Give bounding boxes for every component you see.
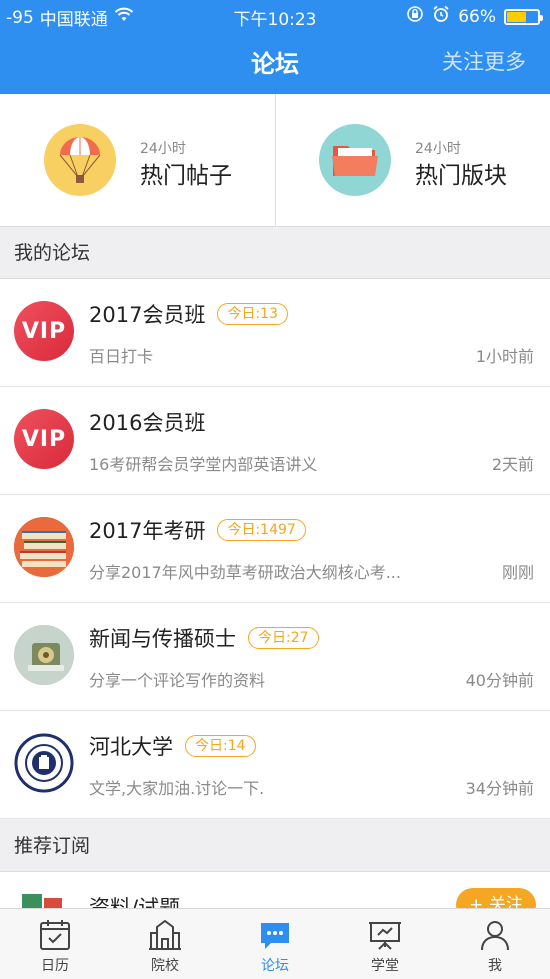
today-count-badge: 今日:27: [248, 627, 319, 649]
hot-posts-title: 热门帖子: [140, 163, 232, 189]
calendar-icon: [40, 920, 70, 950]
recommend-item[interactable]: 资料/试题 + 关注: [0, 872, 550, 912]
today-count-badge: 今日:14: [185, 735, 256, 757]
tab-label: 论坛: [261, 958, 289, 974]
forum-latest-post: 16考研帮会员学堂内部英语讲义: [89, 455, 318, 474]
forum-latest-post: 分享一个评论写作的资料: [89, 671, 266, 690]
follow-more-link[interactable]: 关注更多: [442, 46, 526, 76]
tab-classroom[interactable]: 学堂: [330, 909, 440, 979]
hot-boards-title: 热门版块: [415, 163, 507, 189]
school-icon: [149, 919, 181, 950]
list-item[interactable]: VIP 2017会员班 今日:13 百日打卡 1小时前: [0, 279, 550, 387]
radio-photo-icon: [14, 625, 74, 685]
my-forum-header: 我的论坛: [0, 227, 550, 279]
today-count-badge: 今日:13: [217, 303, 288, 325]
forum-latest-post: 分享2017年风中劲草考研政治大纲核心考...: [89, 563, 401, 582]
forum-time: 1小时前: [475, 347, 534, 366]
board-icon: [369, 922, 401, 950]
list-item[interactable]: 2017年考研 今日:1497 分享2017年风中劲草考研政治大纲核心考... …: [0, 495, 550, 603]
person-icon: [481, 921, 509, 951]
list-item[interactable]: 新闻与传播硕士 今日:27 分享一个评论写作的资料 40分钟前: [0, 603, 550, 711]
forum-latest-post: 百日打卡: [89, 347, 154, 366]
list-item[interactable]: VIP 2016会员班 16考研帮会员学堂内部英语讲义 2天前: [0, 387, 550, 495]
tab-schools[interactable]: 院校: [110, 909, 220, 979]
forum-time: 2天前: [491, 455, 534, 474]
forum-title: 2017年考研: [89, 519, 206, 543]
chat-icon: [261, 923, 289, 949]
status-bar: -95 中国联通 下午10:23 66%: [0, 0, 550, 30]
forum-time: 34分钟前: [465, 779, 534, 798]
tab-me[interactable]: 我: [440, 909, 550, 979]
university-seal-icon: [14, 733, 74, 793]
forum-title: 2016会员班: [89, 411, 206, 435]
list-item[interactable]: 河北大学 今日:14 文学,大家加油.讨论一下. 34分钟前: [0, 711, 550, 819]
tab-label: 日历: [41, 958, 69, 974]
hot-boards-entry[interactable]: 24小时 热门版块: [275, 94, 550, 227]
tab-forum[interactable]: 论坛: [220, 909, 330, 979]
rotation-lock-icon: [406, 5, 424, 28]
top-bar: -95 中国联通 下午10:23 66% 论坛 关注更多: [0, 0, 550, 94]
forum-latest-post: 文学,大家加油.讨论一下.: [89, 779, 265, 798]
hot-section: 24小时 热门帖子 24小时 热门版块: [0, 94, 550, 227]
forum-time: 刚刚: [501, 563, 534, 582]
tab-bar: 日历 院校 论坛 学堂 我: [0, 908, 550, 979]
hot-posts-entry[interactable]: 24小时 热门帖子: [0, 94, 275, 227]
vip-avatar: VIP: [14, 409, 74, 469]
recommend-header: 推荐订阅: [0, 820, 550, 872]
tab-calendar[interactable]: 日历: [0, 909, 110, 979]
hot-posts-subtitle: 24小时: [140, 141, 186, 157]
battery-percent: 66%: [458, 6, 496, 27]
tab-label: 院校: [151, 958, 179, 974]
tab-label: 我: [488, 958, 502, 974]
parachute-icon: [44, 124, 116, 196]
alarm-icon: [432, 5, 450, 28]
tab-label: 学堂: [371, 958, 399, 974]
forum-title: 2017会员班: [89, 303, 206, 327]
forum-time: 40分钟前: [465, 671, 534, 690]
vip-avatar: VIP: [14, 301, 74, 361]
forum-title: 河北大学: [89, 735, 173, 759]
hot-boards-subtitle: 24小时: [415, 141, 461, 157]
books-icon: [14, 517, 74, 577]
today-count-badge: 今日:1497: [217, 519, 306, 541]
forum-list: VIP 2017会员班 今日:13 百日打卡 1小时前 VIP 2016会员班 …: [0, 279, 550, 819]
battery-icon: [504, 8, 543, 25]
folder-icon: [319, 124, 391, 196]
forum-title: 新闻与传播硕士: [89, 627, 236, 651]
